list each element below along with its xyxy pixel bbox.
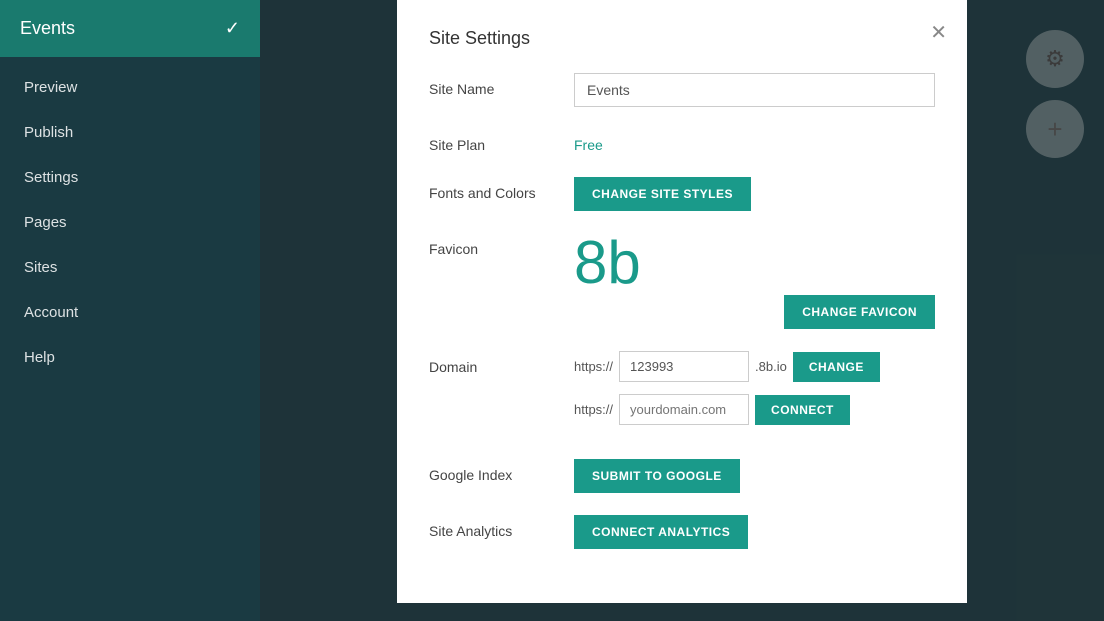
- fonts-colors-content: CHANGE SITE STYLES: [574, 177, 935, 211]
- site-name-row: Site Name: [429, 73, 935, 107]
- modal-title: Site Settings: [429, 28, 935, 49]
- google-index-label: Google Index: [429, 459, 574, 483]
- change-favicon-button[interactable]: CHANGE FAVICON: [784, 295, 935, 329]
- favicon-content: 8b CHANGE FAVICON: [574, 233, 935, 329]
- site-plan-content: Free: [574, 129, 935, 155]
- sidebar-item-sites[interactable]: Sites: [0, 245, 260, 290]
- fonts-colors-row: Fonts and Colors CHANGE SITE STYLES: [429, 177, 935, 211]
- site-analytics-row: Site Analytics CONNECT ANALYTICS: [429, 515, 935, 549]
- domain-content: https:// .8b.io CHANGE https:// CONNECT: [574, 351, 935, 437]
- google-index-row: Google Index SUBMIT TO GOOGLE: [429, 459, 935, 493]
- site-name-input[interactable]: [574, 73, 935, 107]
- sidebar-item-help[interactable]: Help: [0, 335, 260, 380]
- site-name-label: Site Name: [429, 73, 574, 97]
- connect-analytics-button[interactable]: CONNECT ANALYTICS: [574, 515, 748, 549]
- google-index-content: SUBMIT TO GOOGLE: [574, 459, 935, 493]
- site-plan-link[interactable]: Free: [574, 129, 603, 153]
- sidebar-item-account[interactable]: Account: [0, 290, 260, 335]
- domain-custom-row: https:// CONNECT: [574, 394, 935, 425]
- fonts-colors-label: Fonts and Colors: [429, 177, 574, 201]
- sidebar-nav: Preview Publish Settings Pages Sites Acc…: [0, 57, 260, 388]
- site-plan-row: Site Plan Free: [429, 129, 935, 155]
- check-icon: ✓: [225, 18, 240, 39]
- sidebar-item-settings[interactable]: Settings: [0, 155, 260, 200]
- domain-input[interactable]: [619, 351, 749, 382]
- sidebar-header[interactable]: Events ✓: [0, 0, 260, 57]
- domain-suffix: .8b.io: [755, 359, 787, 374]
- domain-row: Domain https:// .8b.io CHANGE https:// C…: [429, 351, 935, 437]
- sidebar-item-publish[interactable]: Publish: [0, 110, 260, 155]
- site-plan-label: Site Plan: [429, 129, 574, 153]
- site-settings-modal: Site Settings ✕ Site Name Site Plan Free…: [397, 0, 967, 603]
- modal-backdrop: Site Settings ✕ Site Name Site Plan Free…: [260, 0, 1104, 621]
- site-name-content: [574, 73, 935, 107]
- change-domain-button[interactable]: CHANGE: [793, 352, 880, 382]
- domain-prefix: https://: [574, 359, 613, 374]
- domain-label: Domain: [429, 351, 574, 375]
- connect-domain-button[interactable]: CONNECT: [755, 395, 850, 425]
- close-button[interactable]: ✕: [930, 20, 947, 45]
- favicon-label: Favicon: [429, 233, 574, 257]
- domain-primary-row: https:// .8b.io CHANGE: [574, 351, 935, 382]
- sidebar: Events ✓ Preview Publish Settings Pages …: [0, 0, 260, 621]
- sidebar-site-name: Events: [20, 18, 75, 39]
- favicon-display: 8b: [574, 233, 641, 293]
- site-analytics-label: Site Analytics: [429, 515, 574, 539]
- custom-domain-prefix: https://: [574, 402, 613, 417]
- sidebar-item-preview[interactable]: Preview: [0, 65, 260, 110]
- favicon-row: Favicon 8b CHANGE FAVICON: [429, 233, 935, 329]
- site-analytics-content: CONNECT ANALYTICS: [574, 515, 935, 549]
- custom-domain-input[interactable]: [619, 394, 749, 425]
- change-styles-button[interactable]: CHANGE SITE STYLES: [574, 177, 751, 211]
- sidebar-item-pages[interactable]: Pages: [0, 200, 260, 245]
- submit-google-button[interactable]: SUBMIT TO GOOGLE: [574, 459, 740, 493]
